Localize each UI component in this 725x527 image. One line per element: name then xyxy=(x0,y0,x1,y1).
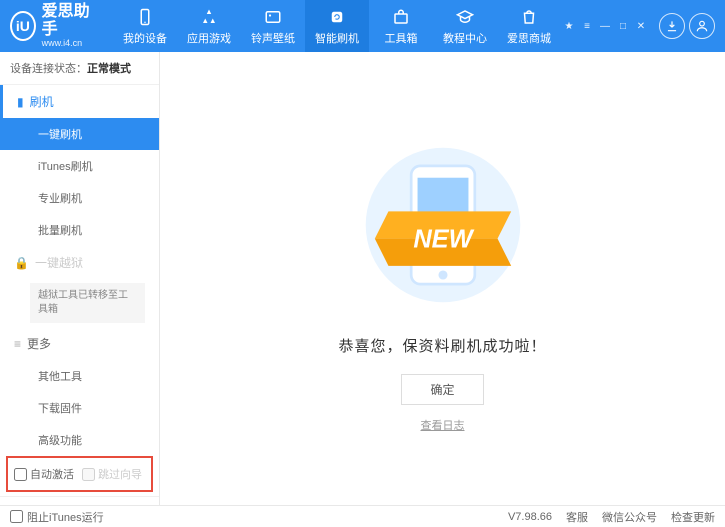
sidebar-item-oneclick-flash[interactable]: 一键刷机 xyxy=(0,118,159,150)
check-update-link[interactable]: 检查更新 xyxy=(671,509,715,525)
phone-icon: ▮ xyxy=(17,95,24,109)
phone-icon xyxy=(135,7,155,27)
menu-icon[interactable]: ★ xyxy=(561,19,577,33)
nav-apps[interactable]: 应用游戏 xyxy=(177,0,241,52)
sidebar-group-more[interactable]: ≡ 更多 xyxy=(0,327,159,360)
nav-ringtone[interactable]: 铃声壁纸 xyxy=(241,0,305,52)
success-illustration: NEW xyxy=(343,125,543,325)
image-icon xyxy=(263,7,283,27)
nav-toolbox[interactable]: 工具箱 xyxy=(369,0,433,52)
window-controls: ★ ≡ — □ ✕ xyxy=(561,19,649,33)
close-icon[interactable]: ✕ xyxy=(633,19,649,33)
bag-icon xyxy=(519,7,539,27)
main-content: NEW 恭喜您，保资料刷机成功啦！ 确定 查看日志 xyxy=(160,52,725,505)
wechat-link[interactable]: 微信公众号 xyxy=(602,509,657,525)
refresh-icon xyxy=(327,7,347,27)
minimize-icon[interactable]: — xyxy=(597,19,613,33)
jailbreak-moved-info: 越狱工具已转移至工具箱 xyxy=(30,283,145,323)
sidebar: 设备连接状态：正常模式 ▮ 刷机 一键刷机 iTunes刷机 专业刷机 批量刷机… xyxy=(0,52,160,505)
svg-text:NEW: NEW xyxy=(413,225,474,253)
app-name: 爱思助手 xyxy=(42,3,95,38)
sidebar-item-advanced[interactable]: 高级功能 xyxy=(0,424,159,456)
sidebar-group-flash[interactable]: ▮ 刷机 xyxy=(0,85,159,118)
success-message: 恭喜您，保资料刷机成功啦！ xyxy=(338,335,546,356)
app-logo: iU 爱思助手 www.i4.cn xyxy=(10,3,95,48)
toolbox-icon xyxy=(391,7,411,27)
sidebar-group-jailbreak[interactable]: 🔒 一键越狱 xyxy=(0,246,159,279)
sidebar-item-batch-flash[interactable]: 批量刷机 xyxy=(0,214,159,246)
download-button[interactable] xyxy=(659,13,685,39)
version-label: V7.98.66 xyxy=(508,511,552,523)
nav-tutorial[interactable]: 教程中心 xyxy=(433,0,497,52)
options-highlighted-box: 自动激活 跳过向导 xyxy=(6,456,153,492)
sidebar-item-itunes-flash[interactable]: iTunes刷机 xyxy=(0,150,159,182)
ok-button[interactable]: 确定 xyxy=(401,374,483,405)
graduation-icon xyxy=(455,7,475,27)
nav-device[interactable]: 我的设备 xyxy=(113,0,177,52)
view-log-link[interactable]: 查看日志 xyxy=(421,417,465,433)
maximize-icon[interactable]: □ xyxy=(615,19,631,33)
sidebar-item-pro-flash[interactable]: 专业刷机 xyxy=(0,182,159,214)
nav-flash[interactable]: 智能刷机 xyxy=(305,0,369,52)
device-info[interactable]: ▯iPhone 15 Pro Max 512GB iPhone xyxy=(0,496,159,505)
checkbox-skip-guide[interactable]: 跳过向导 xyxy=(82,466,142,482)
logo-icon: iU xyxy=(10,11,36,41)
apps-icon xyxy=(199,7,219,27)
nav-mall[interactable]: 爱思商城 xyxy=(497,0,561,52)
phone-icon: ▯ xyxy=(10,503,16,505)
support-link[interactable]: 客服 xyxy=(566,509,588,525)
footer: 阻止iTunes运行 V7.98.66 客服 微信公众号 检查更新 xyxy=(0,505,725,527)
sidebar-item-download-firmware[interactable]: 下载固件 xyxy=(0,392,159,424)
settings-icon[interactable]: ≡ xyxy=(579,19,595,33)
checkbox-block-itunes[interactable]: 阻止iTunes运行 xyxy=(10,509,104,525)
connection-status: 设备连接状态：正常模式 xyxy=(0,52,159,85)
lock-icon: 🔒 xyxy=(14,256,29,270)
titlebar: iU 爱思助手 www.i4.cn 我的设备 应用游戏 铃声壁纸 智能刷机 工具… xyxy=(0,0,725,52)
checkbox-auto-activate[interactable]: 自动激活 xyxy=(14,466,74,482)
sidebar-item-other-tools[interactable]: 其他工具 xyxy=(0,360,159,392)
user-button[interactable] xyxy=(689,13,715,39)
app-url: www.i4.cn xyxy=(42,39,95,49)
main-nav: 我的设备 应用游戏 铃声壁纸 智能刷机 工具箱 教程中心 爱思商城 xyxy=(113,0,561,52)
list-icon: ≡ xyxy=(14,337,21,351)
